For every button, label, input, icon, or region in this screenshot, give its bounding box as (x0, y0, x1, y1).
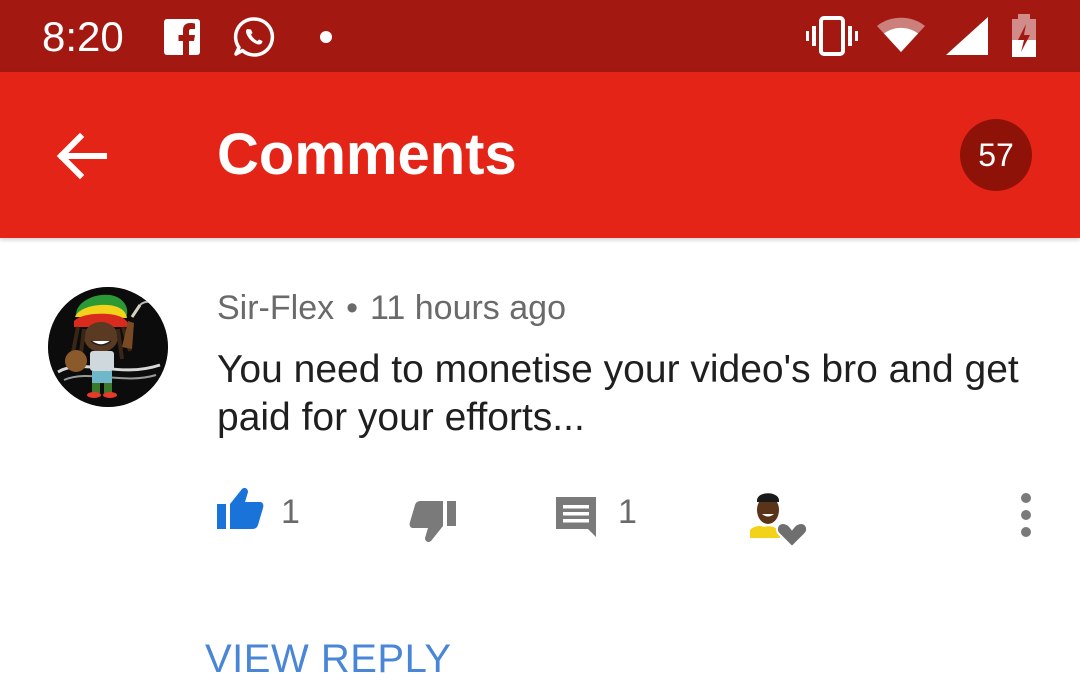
reply-comment-icon[interactable] (555, 496, 597, 538)
whatsapp-icon (233, 17, 275, 57)
avatar[interactable] (48, 287, 168, 407)
cellular-signal-icon (946, 17, 988, 55)
status-time: 8:20 (42, 13, 124, 60)
thumb-down-icon[interactable] (409, 500, 457, 544)
app-bar: Comments 57 (0, 72, 1080, 238)
comment-text: You need to monetise your video's bro an… (217, 348, 1019, 439)
view-reply-button[interactable]: VIEW REPLY (205, 636, 452, 682)
status-bar: 8:20 (0, 0, 1080, 72)
wifi-icon (877, 17, 925, 52)
like-count: 1 (281, 493, 300, 531)
more-vert-icon[interactable] (1015, 492, 1037, 538)
comment-count-badge: 57 (960, 119, 1032, 191)
notification-dot-icon (320, 31, 332, 43)
comment-time: 11 hours ago (370, 289, 566, 327)
vibrate-icon (806, 16, 858, 56)
facebook-icon (164, 19, 200, 55)
battery-charging-icon (1012, 14, 1036, 57)
thumb-up-icon[interactable] (216, 486, 264, 530)
creator-heart-icon (750, 493, 809, 549)
comment-meta: Sir-Flex • 11 hours ago (217, 288, 566, 328)
reply-count: 1 (618, 493, 637, 531)
page-title: Comments (217, 122, 517, 187)
comment-author[interactable]: Sir-Flex (217, 289, 334, 327)
meta-separator: • (346, 289, 359, 327)
arrow-back-icon[interactable] (50, 124, 114, 188)
